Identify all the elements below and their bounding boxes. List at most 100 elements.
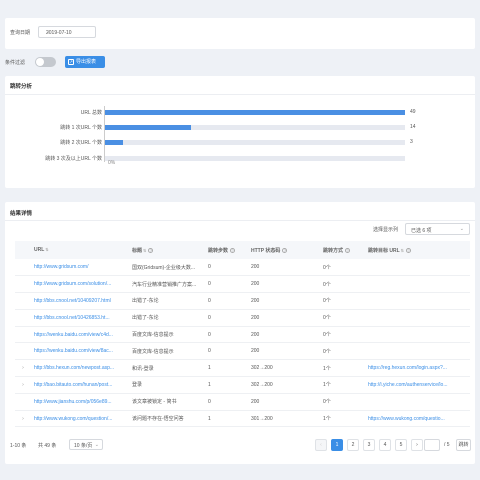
expand-icon[interactable]: › xyxy=(15,376,31,394)
method-cell: 1个 xyxy=(320,359,365,378)
expand-icon[interactable]: › xyxy=(15,359,31,378)
export-report-button[interactable]: ↗ 导出报表 xyxy=(65,56,105,68)
divider xyxy=(5,94,475,95)
total-pages-label: / 5 xyxy=(444,442,450,448)
page-button-2[interactable]: 2 xyxy=(347,439,359,451)
jump-page-input[interactable] xyxy=(424,439,440,451)
url-cell[interactable]: http://bbs.cnool.net/10409207.html xyxy=(31,292,129,310)
http-cell: 200 xyxy=(248,275,320,294)
chevron-down-icon: ⌄ xyxy=(94,442,99,448)
chevron-down-icon: ⌄ xyxy=(46,29,51,35)
url-cell[interactable]: https://wenku.baidu.com/view/c4d... xyxy=(31,326,129,344)
page-size-value: 10 条/页 xyxy=(74,443,93,449)
filter-toggle[interactable] xyxy=(35,57,56,67)
bar-value: 0% xyxy=(108,160,116,166)
steps-cell: 1 xyxy=(205,359,248,378)
next-page-button[interactable]: › xyxy=(411,439,423,451)
header-title[interactable]: 标题⇅? xyxy=(129,241,205,259)
url-cell[interactable]: http://bbs.hexun.com/newpost.asp... xyxy=(31,359,129,378)
expand-icon[interactable] xyxy=(15,292,31,310)
bar-track xyxy=(105,125,405,130)
target-cell[interactable] xyxy=(365,326,470,344)
expand-icon[interactable] xyxy=(15,342,31,361)
url-cell[interactable]: https://wenku.baidu.com/view/8ac... xyxy=(31,342,129,361)
target-cell[interactable] xyxy=(365,259,470,277)
bar-value: 3 xyxy=(410,139,413,145)
target-cell[interactable]: https://reg.hexun.com/login.aspx?... xyxy=(365,359,470,378)
target-cell[interactable] xyxy=(365,309,470,327)
expand-icon[interactable] xyxy=(15,393,31,411)
url-cell[interactable]: http://bao.bitauto.com/hunan/post... xyxy=(31,376,129,394)
columns-value: 已选 6 项 xyxy=(411,228,432,234)
export-label: 导出报表 xyxy=(76,59,97,65)
table-row[interactable]: https://wenku.baidu.com/view/c4d... 百度文库-… xyxy=(15,326,470,344)
sort-icon: ⇅ xyxy=(400,247,405,253)
help-icon: ? xyxy=(230,247,236,253)
url-cell[interactable]: http://www.wukong.com/question/... xyxy=(31,410,129,428)
title-cell: 汽车行业精准营销推广方案... xyxy=(129,275,205,294)
expand-icon[interactable] xyxy=(15,259,31,277)
http-cell: 200 xyxy=(248,393,320,411)
table-row[interactable]: http://www.jianshu.com/p/056e89... 该文章被锁定… xyxy=(15,393,470,411)
method-cell: 0个 xyxy=(320,292,365,310)
method-cell: 0个 xyxy=(320,275,365,294)
help-icon: ? xyxy=(406,247,412,253)
target-cell[interactable] xyxy=(365,275,470,294)
url-cell[interactable]: http://www.gridsum.com/solution/... xyxy=(31,275,129,294)
header-target[interactable]: 跳转目标 URL⇅? xyxy=(365,241,470,259)
method-cell: 0个 xyxy=(320,393,365,411)
steps-cell: 1 xyxy=(205,376,248,394)
target-cell[interactable]: https://www.wukong.com/questio... xyxy=(365,410,470,428)
title-cell: 百度文库-信息提示 xyxy=(129,326,205,344)
date-picker[interactable]: 2019-07-10 ⌄ xyxy=(38,26,96,38)
method-cell: 0个 xyxy=(320,326,365,344)
prev-page-button[interactable]: ‹ xyxy=(315,439,327,451)
divider xyxy=(5,220,475,221)
page-button-5[interactable]: 5 xyxy=(395,439,407,451)
page-button-4[interactable]: 4 xyxy=(379,439,391,451)
table-row[interactable]: › http://www.wukong.com/question/... 该问题不存… xyxy=(15,410,470,428)
http-cell: 200 xyxy=(248,342,320,361)
results-card: 结果详情 选择显示列 已选 6 项 ⌄ URL⇅ 标题⇅? 跳转步数? HTTP… xyxy=(5,202,475,464)
header-steps[interactable]: 跳转步数? xyxy=(205,241,248,259)
table-row[interactable]: › http://bbs.hexun.com/newpost.asp... 和讯-登… xyxy=(15,359,470,378)
redirect-analysis-card: 跳转分析 URL 总数 49 跳转 1 次URL 个数 14 跳转 2 次URL 个数 3… xyxy=(5,76,475,188)
title-cell: 和讯-登录 xyxy=(129,359,205,378)
total-label: 共 49 条 xyxy=(38,443,57,449)
jump-button[interactable]: 跳转 xyxy=(456,439,471,451)
sort-icon: ⇅ xyxy=(45,247,49,252)
expand-icon[interactable]: › xyxy=(15,410,31,428)
results-table: URL⇅ 标题⇅? 跳转步数? HTTP 状态码? 跳转方式? 跳转目标 URL… xyxy=(15,241,470,428)
http-cell: 200 xyxy=(248,259,320,277)
header-url[interactable]: URL⇅ xyxy=(31,241,129,259)
steps-cell: 0 xyxy=(205,326,248,344)
url-cell[interactable]: http://www.jianshu.com/p/056e89... xyxy=(31,393,129,411)
url-cell[interactable]: http://bbs.cnool.net/10426853.ht... xyxy=(31,309,129,327)
columns-select[interactable]: 已选 6 项 ⌄ xyxy=(405,223,470,235)
table-row[interactable]: https://wenku.baidu.com/view/8ac... 百度文库-… xyxy=(15,342,470,361)
table-row[interactable]: http://bbs.cnool.net/10409207.html 出错了-东论… xyxy=(15,292,470,310)
toggle-knob xyxy=(36,58,44,66)
expand-icon[interactable] xyxy=(15,326,31,344)
columns-label: 选择显示列 xyxy=(373,227,399,233)
page-button-1[interactable]: 1 xyxy=(331,439,343,451)
target-cell[interactable] xyxy=(365,393,470,411)
header-http[interactable]: HTTP 状态码? xyxy=(248,241,320,259)
chevron-down-icon: ⌄ xyxy=(459,226,464,232)
table-row[interactable]: http://www.gridsum.com/solution/... 汽车行业精… xyxy=(15,275,470,294)
table-row[interactable]: › http://bao.bitauto.com/hunan/post... 登录 1… xyxy=(15,376,470,394)
page-button-3[interactable]: 3 xyxy=(363,439,375,451)
http-cell: 302→200 xyxy=(248,376,320,394)
target-cell[interactable] xyxy=(365,292,470,310)
table-row[interactable]: http://bbs.cnool.net/10426853.ht... 出错了-东… xyxy=(15,309,470,327)
expand-icon[interactable] xyxy=(15,275,31,294)
bar-value: 14 xyxy=(410,124,416,130)
bar xyxy=(105,110,405,115)
page-size-select[interactable]: 10 条/页 ⌄ xyxy=(69,439,103,450)
target-cell[interactable]: http://i.yiche.com/authenservice/lo... xyxy=(365,376,470,394)
expand-icon[interactable] xyxy=(15,309,31,327)
target-cell[interactable] xyxy=(365,342,470,361)
url-cell[interactable]: http://www.gridsum.com/ xyxy=(31,259,129,277)
table-row[interactable]: http://www.gridsum.com/国双(Gridsum)-企业级大数… xyxy=(15,259,470,277)
header-method[interactable]: 跳转方式? xyxy=(320,241,365,259)
